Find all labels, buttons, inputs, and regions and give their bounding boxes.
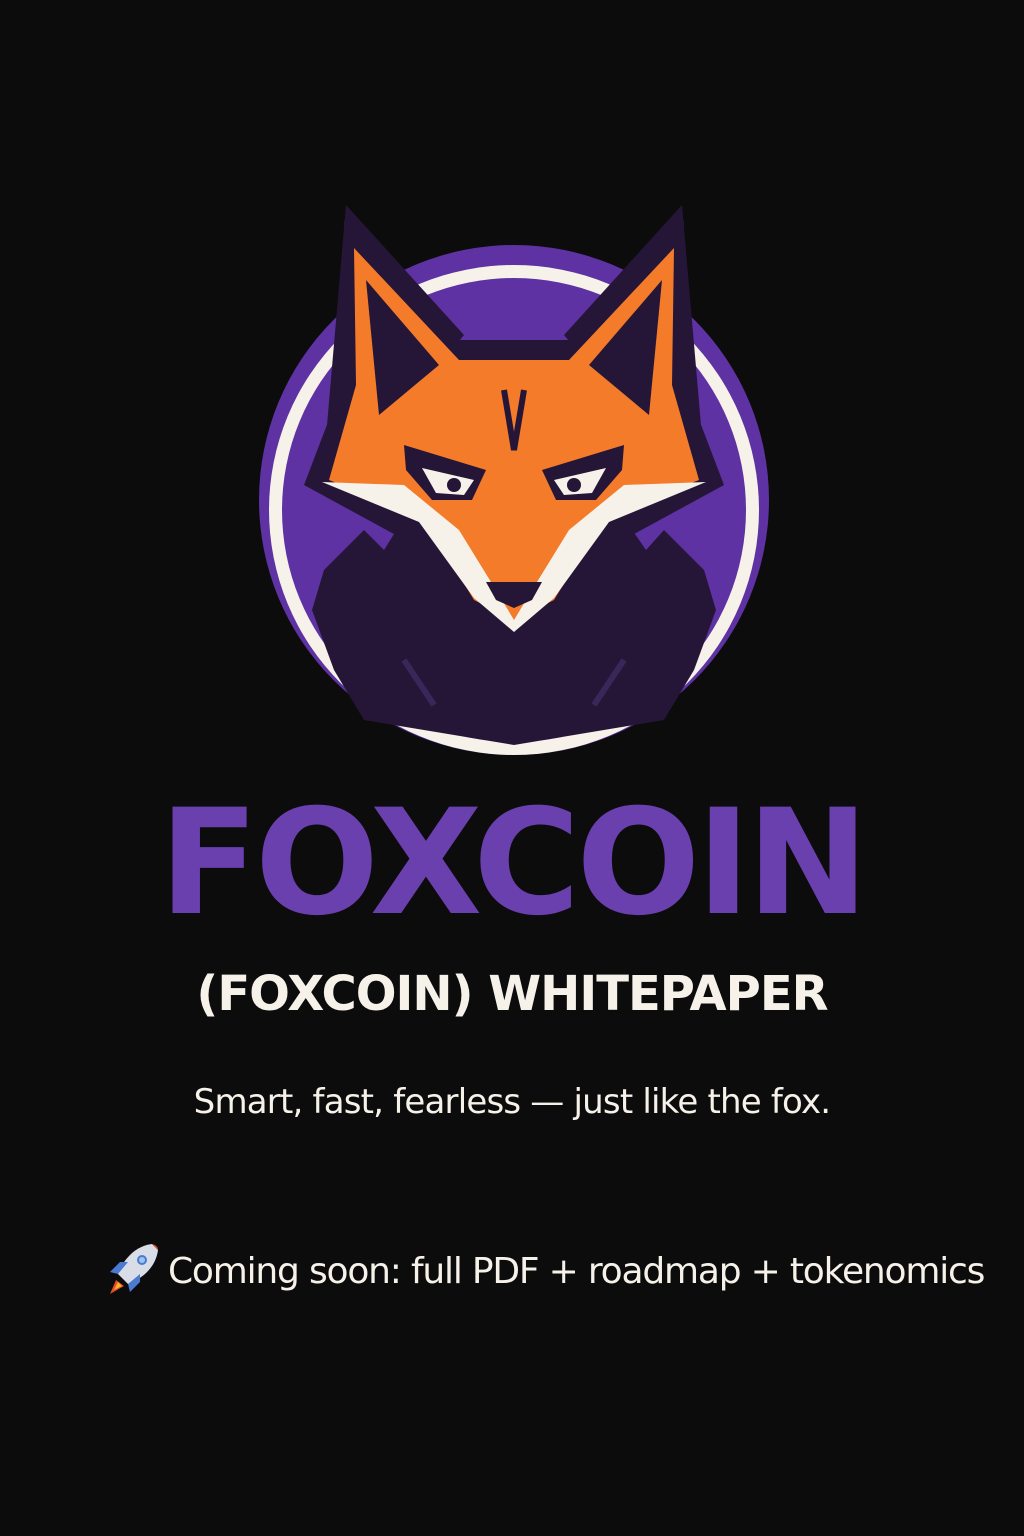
whitepaper-cover: FOXCOIN (FOXCOIN) WHITEPAPER Smart, fast…: [0, 0, 1024, 1536]
whitepaper-title: (FOXCOIN) WHITEPAPER: [196, 966, 828, 1022]
brand-name: FOXCOIN: [159, 778, 869, 948]
right-pupil: [567, 478, 581, 492]
left-pupil: [447, 478, 461, 492]
coming-soon-note: Coming soon: full PDF + roadmap + tokeno…: [104, 1244, 1022, 1304]
tagline: Smart, fast, fearless — just like the fo…: [193, 1082, 831, 1122]
rocket-icon: [110, 1244, 158, 1294]
coming-soon-text: Coming soon: full PDF + roadmap + tokeno…: [168, 1251, 985, 1292]
fox-logo: [259, 205, 769, 755]
